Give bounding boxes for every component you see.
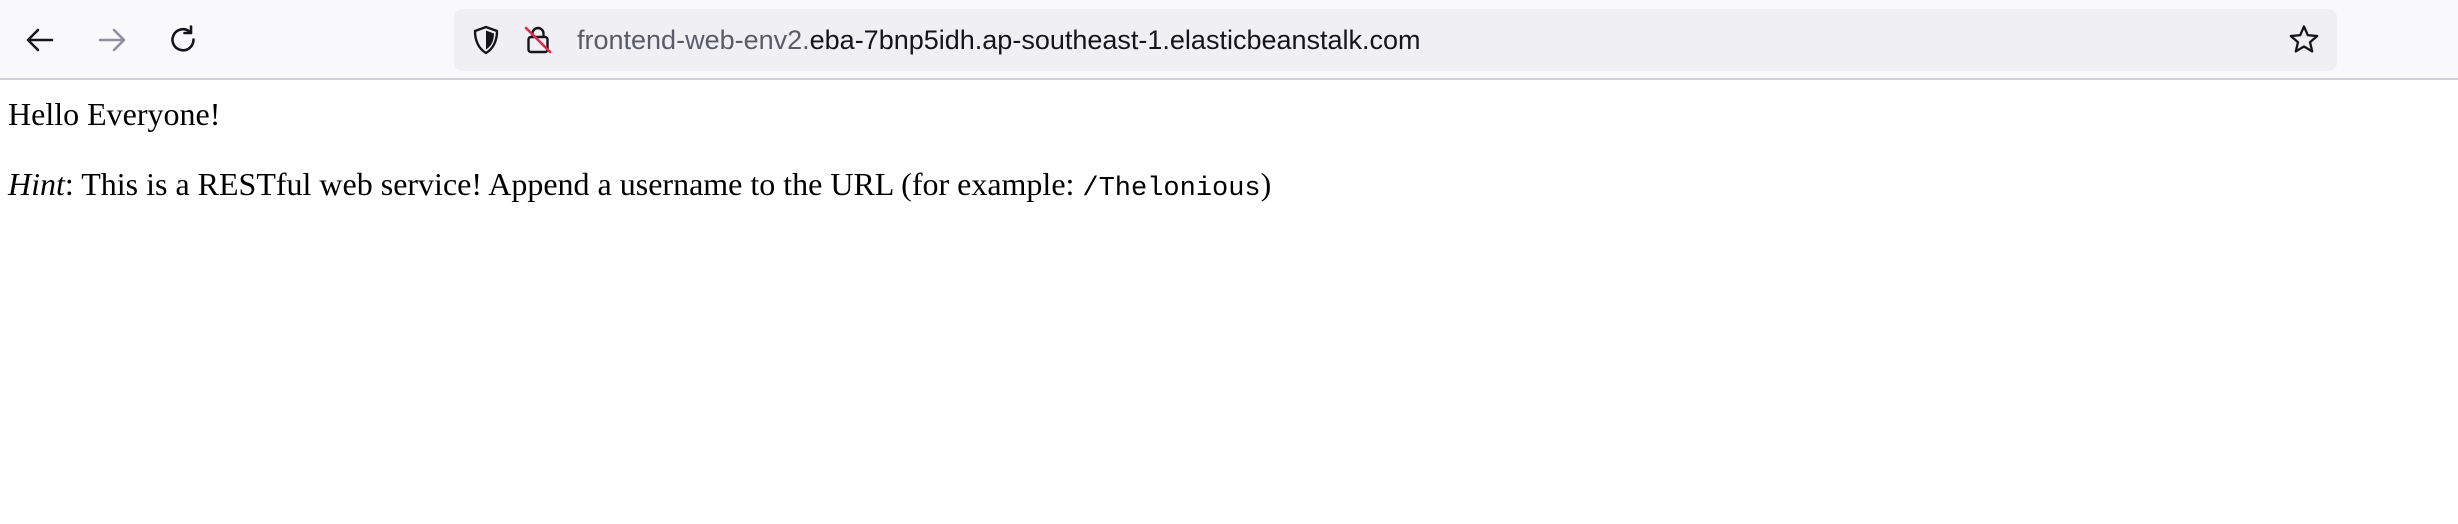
url-subdomain: frontend-web-env2. [577,25,810,55]
url-host: eba-7bnp5idh.ap-southeast-1.elasticbeans… [809,25,1421,55]
example-path: /Thelonious [1082,174,1261,204]
hint-paragraph: Hint: This is a RESTful web service! App… [8,166,1271,204]
back-button[interactable] [16,16,64,64]
browser-toolbar: frontend-web-env2.eba-7bnp5idh.ap-southe… [0,0,2458,80]
forward-button[interactable] [88,16,136,64]
arrow-right-icon [96,24,128,56]
lock-slash-icon[interactable] [521,23,555,57]
star-icon[interactable] [2287,23,2321,57]
reload-button[interactable] [159,16,207,64]
hint-suffix: ) [1260,166,1272,202]
address-bar[interactable]: frontend-web-env2.eba-7bnp5idh.ap-southe… [454,9,2337,71]
shield-icon[interactable] [469,23,503,57]
hint-label: Hint [8,166,65,202]
reload-icon [167,24,199,56]
greeting-text: Hello Everyone! [8,96,221,132]
hint-text: : This is a RESTful web service! Append … [64,166,1083,202]
url-text[interactable]: frontend-web-env2.eba-7bnp5idh.ap-southe… [577,9,1421,71]
arrow-left-icon [24,24,56,56]
